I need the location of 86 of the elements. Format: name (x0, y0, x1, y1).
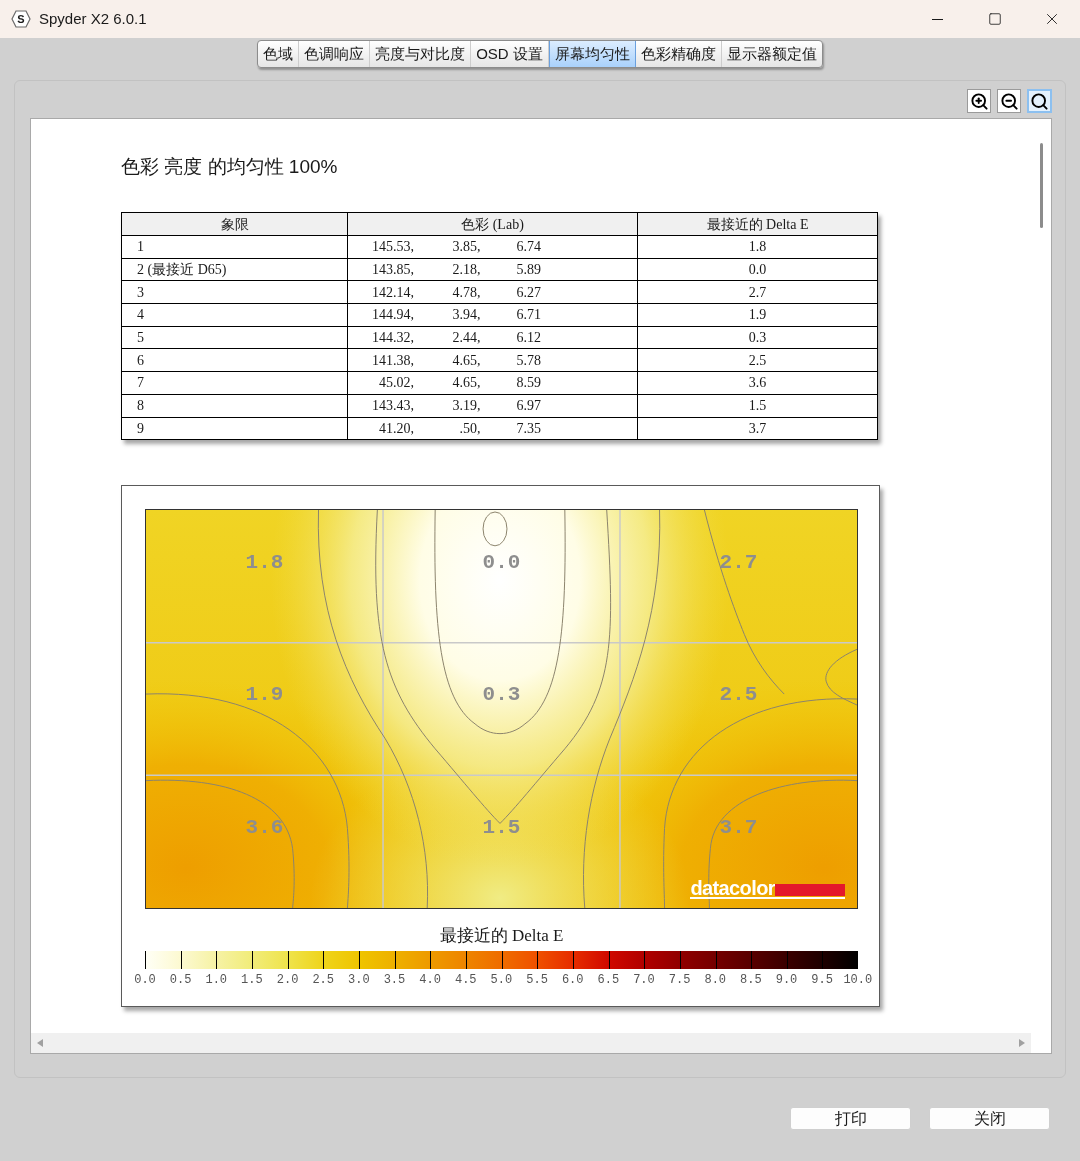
table-cell: 1.5 (637, 394, 878, 417)
dialog-button[interactable]: 打印 (790, 1107, 911, 1130)
window-title: Spyder X2 6.0.1 (39, 8, 147, 29)
table-cell: 8 (121, 394, 348, 417)
scale-tick-label: 6.5 (596, 973, 621, 988)
table-cell: 2.5 (637, 348, 878, 372)
table-cell: 3.6 (637, 371, 878, 395)
table-cell: 145.53, 3.85, 6.74 (347, 235, 638, 259)
tab[interactable]: 显示器额定值 (721, 41, 822, 67)
scale-tick-label: 3.5 (382, 973, 407, 988)
app-logo: S (11, 9, 31, 29)
column-header: 象限 (121, 212, 348, 236)
scale-tick-label: 1.5 (240, 973, 264, 988)
scale-tick-label: 2.0 (275, 973, 300, 988)
table-cell: 7 (121, 371, 348, 395)
scale-tick-label: 4.5 (453, 973, 478, 988)
table-cell: 1.8 (637, 235, 878, 259)
search-icon (1030, 91, 1049, 111)
table-cell: 1.9 (637, 303, 878, 327)
table-cell: 1 (121, 235, 348, 259)
table-cell: 2 (最接近 D65) (121, 258, 348, 281)
table-cell: 0.3 (637, 326, 878, 349)
table-cell: 141.38, 4.65, 5.78 (347, 348, 638, 372)
tab[interactable]: 色调响应 (299, 41, 371, 67)
scale-tick-label: 5.5 (525, 973, 549, 988)
map-value: 3.7 (719, 815, 758, 840)
map-value: 0.3 (482, 683, 521, 708)
scale-tick-label: 2.5 (311, 973, 335, 988)
maximize-icon (987, 12, 1002, 26)
map-value: 1.9 (245, 683, 284, 708)
zoom-out-button[interactable] (997, 89, 1021, 113)
scale-tick-label: 0.5 (168, 973, 193, 988)
right-arrow-icon[interactable] (1019, 1039, 1025, 1047)
table-cell: 0.0 (637, 258, 878, 281)
scale-tick-label: 8.5 (739, 973, 763, 988)
table-cell: 6 (121, 348, 348, 372)
scale-tick-label: 9.5 (810, 973, 834, 988)
zoom-fit-button[interactable] (1027, 89, 1052, 113)
table-cell: 5 (121, 326, 348, 349)
dialog-button[interactable]: 关闭 (929, 1107, 1050, 1130)
table-cell: 45.02, 4.65, 8.59 (347, 371, 638, 395)
report-heading: 色彩 亮度 的均匀性 100% (121, 156, 338, 178)
tab[interactable]: 色彩精确度 (635, 41, 722, 67)
brand-logo: datacolor (690, 879, 845, 900)
zoom-in-icon (969, 91, 989, 111)
tab[interactable]: OSD 设置 (471, 41, 549, 67)
horizontal-scrollbar[interactable] (31, 1033, 1031, 1053)
table-cell: 41.20, .50, 7.35 (347, 417, 638, 440)
table-cell: 2.7 (637, 280, 878, 304)
table-cell: 4 (121, 303, 348, 327)
scale-tick-label: 9.0 (774, 973, 799, 988)
scale-tick-label: 3.0 (347, 973, 371, 988)
tab[interactable]: 亮度与对比度 (370, 41, 472, 67)
scale-tick-label: 7.0 (632, 973, 656, 988)
tab[interactable]: 色域 (258, 41, 300, 67)
table-cell: 3.7 (637, 417, 878, 440)
scale-tick-label: 4.0 (418, 973, 442, 988)
table-cell: 144.94, 3.94, 6.71 (347, 303, 638, 327)
scale-tick-label: 10.0 (842, 973, 874, 988)
map-value: 0.0 (482, 550, 521, 575)
zoom-in-button[interactable] (967, 89, 991, 113)
map-value: 2.5 (719, 683, 758, 708)
table-cell: 144.32, 2.44, 6.12 (347, 326, 638, 349)
table-cell: 143.43, 3.19, 6.97 (347, 394, 638, 417)
scale-tick-label: 1.0 (204, 973, 229, 988)
table-cell: 3 (121, 280, 348, 304)
table-cell: 9 (121, 417, 348, 440)
map-value: 3.6 (245, 815, 284, 840)
scrollbar-thumb[interactable] (1040, 143, 1043, 228)
scale-tick-label: 5.0 (489, 973, 514, 988)
map-value: 2.7 (719, 550, 758, 575)
column-header: 最接近的 Delta E (637, 212, 878, 236)
scale-tick-label: 7.5 (667, 973, 692, 988)
left-arrow-icon[interactable] (37, 1039, 43, 1047)
column-header: 色彩 (Lab) (347, 212, 638, 236)
scale-tick-label: 6.0 (560, 973, 585, 988)
zoom-out-icon (999, 91, 1019, 111)
scale-tick-label: 8.0 (703, 973, 728, 988)
tab[interactable]: 屏幕均匀性 (548, 41, 636, 67)
scale-tick-label: 0.0 (133, 973, 157, 988)
minimize-icon (932, 18, 943, 20)
legend-title: 最接近的 Delta E (438, 926, 565, 947)
table-cell: 143.85, 2.18, 5.89 (347, 258, 638, 281)
map-value: 1.8 (245, 550, 284, 575)
map-value: 1.5 (482, 815, 521, 840)
table-cell: 142.14, 4.78, 6.27 (347, 280, 638, 304)
